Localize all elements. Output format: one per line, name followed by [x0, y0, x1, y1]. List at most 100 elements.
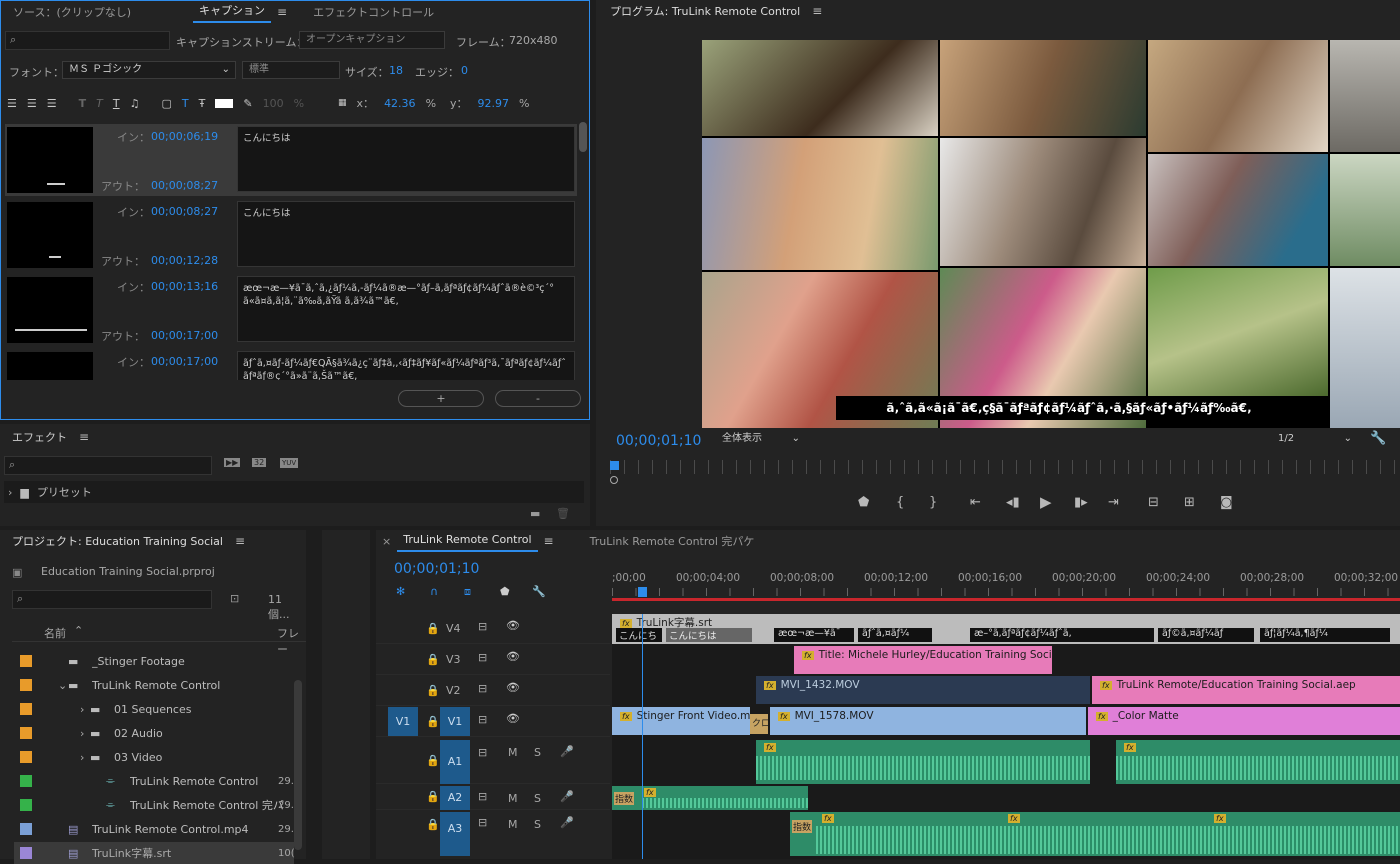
label-color-swatch[interactable]	[20, 655, 32, 667]
sort-up-icon[interactable]: ⌃	[74, 624, 83, 637]
work-area-bar[interactable]	[612, 598, 1400, 601]
audio-clip-a3[interactable]: 指数 fx fx fx	[790, 812, 1400, 856]
project-item[interactable]: ▬ _Stinger Footage	[14, 650, 294, 672]
track-header-a3[interactable]: 🔒 A3 ⊟ M S 🎤	[376, 812, 610, 856]
panel-menu-icon[interactable]: ≡	[277, 5, 287, 19]
caption-text[interactable]: こんにちは	[237, 201, 575, 267]
sync-lock-icon[interactable]: ⊟	[478, 620, 487, 633]
presets-row[interactable]: › ▆ プリセット	[4, 481, 584, 503]
transition-label[interactable]: 指数	[614, 792, 635, 805]
label-color-swatch[interactable]	[20, 775, 32, 787]
audio-clip-a1[interactable]: fx	[756, 740, 1090, 784]
project-title[interactable]: プロジェクト: Education Training Social	[6, 533, 229, 549]
quality-dropdown[interactable]: 1/2 ⌄	[1272, 431, 1354, 449]
music-note-icon[interactable]: ♫	[130, 97, 140, 110]
solo-button[interactable]: S	[534, 746, 541, 759]
srt-clip[interactable]: fx TruLink字幕.srt こんにち こんにちは æœ¬æ—¥ã¯ ãƒˆã…	[612, 614, 1400, 644]
effects-title[interactable]: エフェクト	[6, 429, 73, 445]
program-scrub-bar[interactable]	[610, 460, 1400, 474]
sync-lock-icon[interactable]: ⊟	[478, 713, 487, 726]
edge-value[interactable]: 0	[461, 64, 468, 77]
font-dropdown[interactable]: ＭＳ Ｐゴシック ⌄	[62, 61, 236, 79]
track-header-v4[interactable]: 🔒 V4 ⊟ 👁	[376, 614, 610, 644]
chevron-right-icon[interactable]: ›	[80, 751, 84, 764]
label-color-swatch[interactable]	[20, 727, 32, 739]
mvi1432-clip[interactable]: fx MVI_1432.MOV	[756, 676, 1090, 704]
effects-search-input[interactable]: ⌕	[4, 456, 212, 475]
lock-icon[interactable]: 🔒	[426, 653, 440, 666]
export-frame-icon[interactable]: ◙	[1220, 495, 1233, 510]
in-timecode[interactable]: 00;00;06;19	[151, 130, 218, 143]
caption-block[interactable]: æœ¬æ—¥ã¯	[774, 628, 854, 642]
add-marker-icon[interactable]: ⬟	[858, 495, 869, 510]
mark-in-icon[interactable]: {	[896, 495, 904, 510]
yuv-effects-icon[interactable]: YUV	[280, 458, 299, 468]
panel-menu-icon[interactable]: ≡	[79, 430, 89, 444]
video-frame[interactable]: ã‚ˆã‚ã«ã¡ã¯ã€‚ç§ã¯ãƒªãƒ¢ãƒ¼ãƒˆã,·ã,§ãƒ«ã…	[702, 40, 1400, 428]
new-search-bin-icon[interactable]: ⊡	[230, 592, 239, 605]
microphone-icon[interactable]: 🎤	[560, 816, 574, 829]
stinger-clip[interactable]: fx Stinger Front Video.m	[612, 707, 750, 735]
out-timecode[interactable]: 00;00;12;28	[151, 254, 218, 267]
lock-icon[interactable]: 🔒	[426, 684, 440, 697]
project-item[interactable]: ⌄ ▬ TruLink Remote Control	[14, 674, 294, 696]
timeline-playhead[interactable]	[638, 587, 647, 597]
caption-block[interactable]: こんにち	[616, 628, 662, 642]
timeline-settings-icon[interactable]: 🔧	[532, 585, 546, 598]
eye-icon[interactable]: 👁	[506, 650, 520, 663]
x-value[interactable]: 42.36	[384, 97, 416, 110]
project-search-input[interactable]: ⌕	[12, 590, 212, 609]
aep-clip[interactable]: fx TruLink Remote/Education Training Soci…	[1092, 676, 1400, 704]
go-to-out-icon[interactable]: ⇥	[1108, 495, 1119, 510]
linked-selection-icon[interactable]: ⧈	[464, 585, 471, 599]
caption-item[interactable]: イン： 00;00;17;00 ãƒˆã,¤ãƒ-ãƒ¼ãƒ€QÃ§ã¾ã¿ç¨…	[5, 349, 577, 380]
align-center-icon[interactable]: ☰	[27, 97, 37, 110]
tab-sequence-inactive[interactable]: TruLink Remote Control 完パケ	[584, 533, 761, 549]
project-item[interactable]: ▤ TruLink Remote Control.mp4 29.	[14, 818, 294, 840]
lock-icon[interactable]: 🔒	[426, 622, 440, 635]
play-icon[interactable]: ▶	[1040, 493, 1052, 511]
sync-lock-icon[interactable]: ⊟	[478, 651, 487, 664]
align-right-icon[interactable]: ☰	[47, 97, 57, 110]
project-item[interactable]: › ▬ 02 Audio	[14, 722, 294, 744]
size-value[interactable]: 18	[389, 64, 403, 77]
add-marker-icon[interactable]: ⬟	[500, 585, 510, 598]
title-clip[interactable]: fx Title: Michele Hurley/Education Traini…	[794, 646, 1052, 674]
lock-icon[interactable]: 🔒	[426, 715, 440, 728]
project-item[interactable]: › ▬ 03 Video	[14, 746, 294, 768]
chevron-down-icon[interactable]: ⌄	[58, 679, 67, 692]
source-patch-v1[interactable]: V1	[388, 707, 418, 736]
project-item[interactable]: › ▬ 01 Sequences	[14, 698, 294, 720]
caption-item[interactable]: イン： 00;00;06;19 アウト： 00;00;08;27 こんにちは	[5, 124, 577, 196]
eye-icon[interactable]: 👁	[506, 681, 520, 694]
wrench-icon[interactable]: 🔧	[1370, 431, 1386, 446]
mute-button[interactable]: M	[508, 818, 518, 831]
in-timecode[interactable]: 00;00;13;16	[151, 280, 218, 293]
mvi1578-clip[interactable]: fx MVI_1578.MOV	[770, 707, 1086, 735]
column-name[interactable]: 名前	[44, 625, 66, 641]
label-color-swatch[interactable]	[20, 751, 32, 763]
underline-icon[interactable]: T	[113, 97, 120, 110]
snap-icon[interactable]: ∩	[430, 585, 438, 598]
tab-captions[interactable]: キャプション	[193, 1, 272, 23]
transition-clip[interactable]: クロ	[750, 714, 768, 734]
eye-icon[interactable]: 👁	[506, 712, 520, 725]
caption-text[interactable]: æœ¬æ—¥ã¯ã,ˆã,¿ãƒ¼ã,-ãƒ¼ã®æ—°ãƒ–ã,ãƒªãƒ¢ã…	[237, 276, 575, 342]
tab-sequence-active[interactable]: TruLink Remote Control	[397, 530, 538, 552]
bold-icon[interactable]: T	[79, 97, 87, 110]
track-header-a2[interactable]: 🔒 A2 ⊟ M S 🎤	[376, 786, 610, 810]
italic-icon[interactable]: T	[96, 97, 103, 110]
panel-menu-icon[interactable]: ≡	[812, 4, 822, 18]
zoom-dropdown[interactable]: 全体表示 ⌄	[716, 431, 802, 449]
stream-dropdown[interactable]: オープンキャプション	[299, 31, 445, 49]
panel-menu-icon[interactable]: ≡	[235, 534, 245, 548]
caption-text[interactable]: ãƒˆã,¤ãƒ-ãƒ¼ãƒ€QÃ§ã¾ã¿ç¨ãƒ‡ã‚,‹ãƒ‡ãƒ¥ãƒ«…	[237, 351, 575, 380]
trash-icon[interactable]: 🗑	[556, 507, 570, 520]
lock-icon[interactable]: 🔒	[426, 818, 440, 831]
solo-button[interactable]: S	[534, 792, 541, 805]
color-matte-clip[interactable]: fx _Color Matte	[1088, 707, 1400, 735]
label-color-swatch[interactable]	[20, 847, 32, 859]
lock-icon[interactable]: 🔒	[426, 790, 440, 803]
color-swatch[interactable]	[215, 98, 234, 108]
step-back-icon[interactable]: ◂▮	[1006, 495, 1020, 510]
